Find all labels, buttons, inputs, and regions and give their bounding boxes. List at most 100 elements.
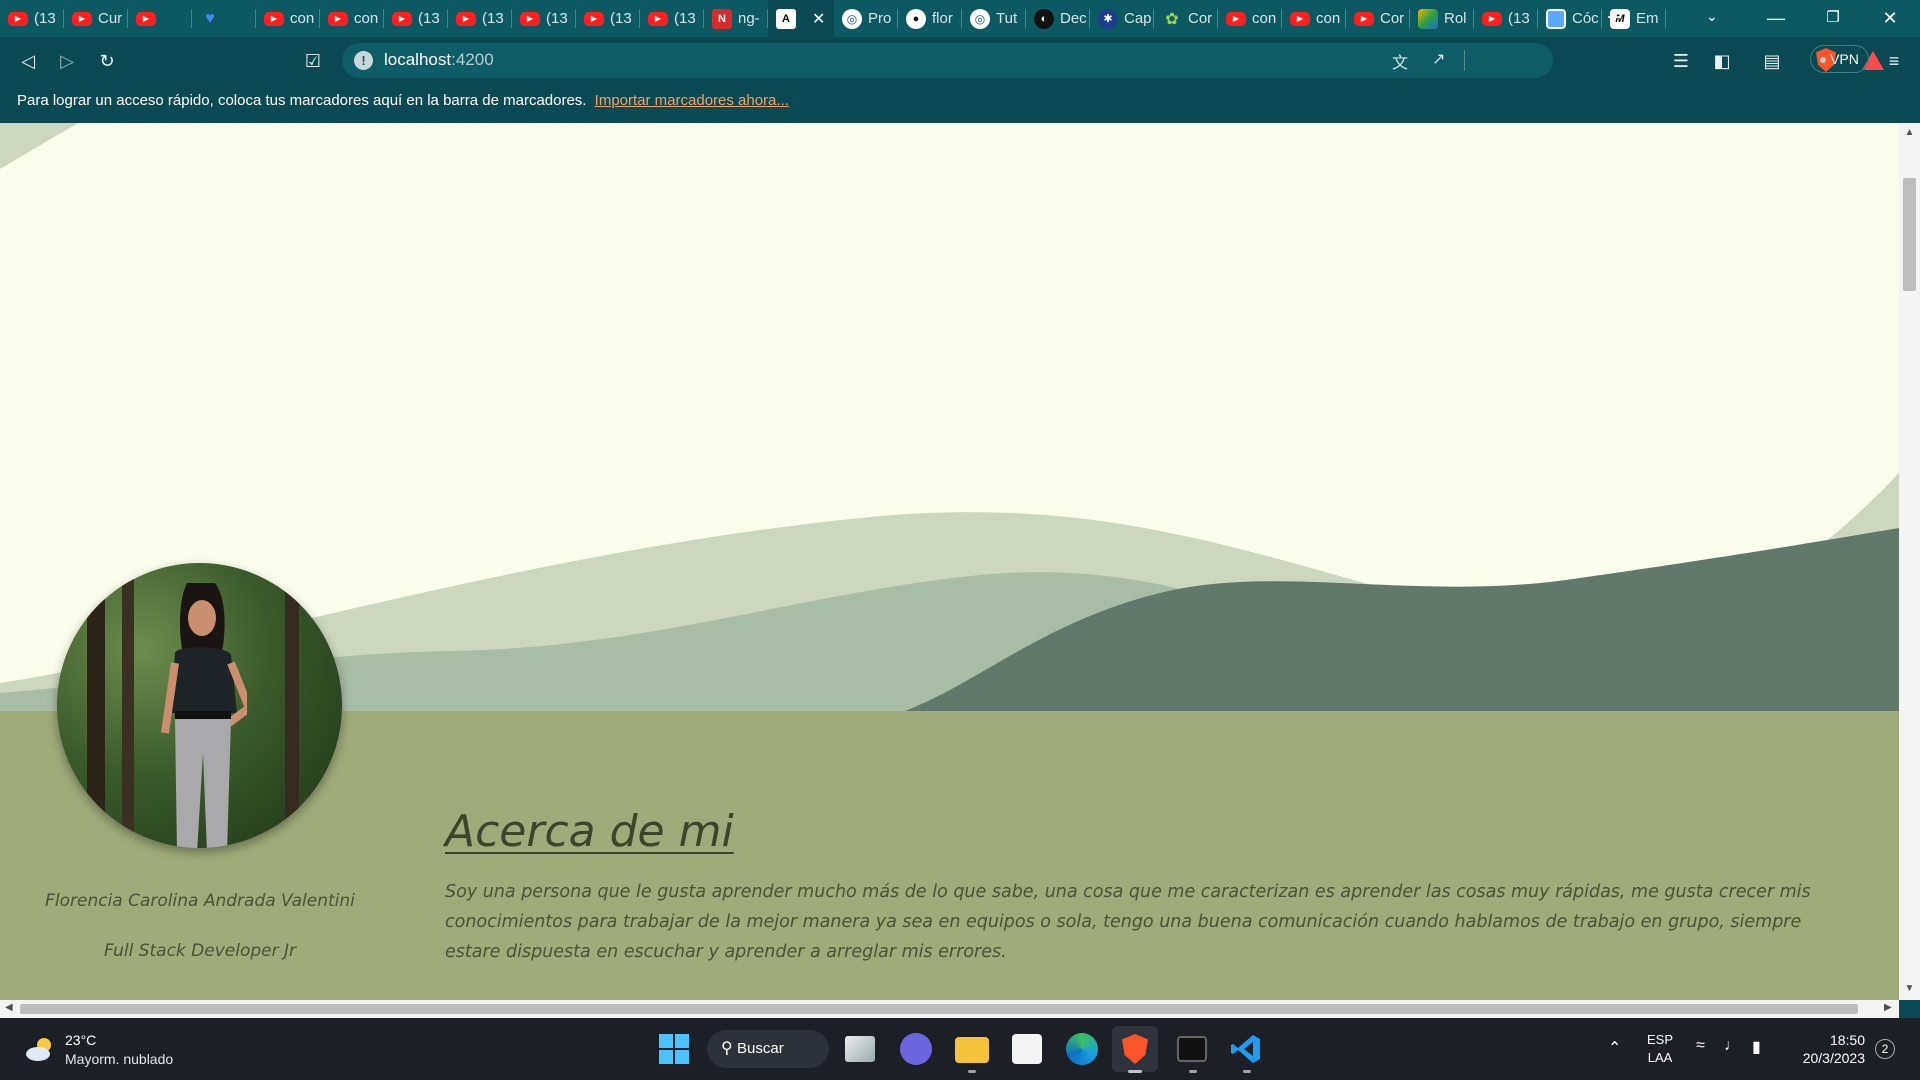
- scroll-thumb-horizontal[interactable]: [20, 1004, 1858, 1014]
- terminal-icon[interactable]: [1177, 1036, 1207, 1062]
- forward-button[interactable]: ▷: [52, 46, 82, 76]
- browser-tab[interactable]: ▶ (13: [512, 0, 576, 37]
- browser-tab[interactable]: ▶ Cor: [1346, 0, 1410, 37]
- square-icon: [1546, 8, 1566, 29]
- file-explorer-icon[interactable]: [955, 1037, 989, 1063]
- vscode-icon[interactable]: [1230, 1033, 1262, 1065]
- volume-icon[interactable]: ♩: [1724, 1037, 1740, 1055]
- system-clock[interactable]: 18:50 20/3/2023: [1795, 1031, 1865, 1067]
- scroll-down-arrow-icon[interactable]: ▼: [1899, 983, 1920, 994]
- browser-tab[interactable]: ✱ Cap: [1090, 0, 1154, 37]
- browser-tab[interactable]: ▶ con: [256, 0, 320, 37]
- browser-tab[interactable]: A ✕: [768, 0, 834, 37]
- browser-tab[interactable]: ◐ Dec: [1026, 0, 1090, 37]
- wifi-icon[interactable]: ≈: [1696, 1037, 1705, 1055]
- blue-circle-icon: ✱: [1098, 8, 1118, 29]
- share-icon[interactable]: ↗: [1432, 49, 1445, 69]
- tab-label: Cur: [98, 10, 123, 27]
- person-name: Florencia Carolina Andrada Valentini: [45, 891, 355, 911]
- tab-label: Dec: [1060, 10, 1087, 27]
- browser-tab[interactable]: ▶ (13: [448, 0, 512, 37]
- task-view-icon[interactable]: [845, 1036, 875, 1062]
- horizontal-scrollbar[interactable]: ◀ ▶: [0, 1000, 1899, 1018]
- browser-tab[interactable]: ▶ con: [1218, 0, 1282, 37]
- browser-tab[interactable]: ▶ Cur: [64, 0, 128, 37]
- language-indicator[interactable]: ESP LAA: [1647, 1031, 1673, 1067]
- ng-icon: N: [712, 8, 732, 29]
- sidebar-icon[interactable]: ◧: [1707, 46, 1737, 76]
- page-viewport: Florencia Carolina Andrada Valentini Ful…: [0, 123, 1899, 1000]
- tab-close-icon[interactable]: ✕: [812, 9, 825, 29]
- scroll-left-arrow-icon[interactable]: ◀: [5, 1002, 13, 1013]
- address-bar[interactable]: ! localhost:4200 文 ↗: [342, 43, 1884, 78]
- heart-icon: ♥: [205, 9, 215, 27]
- bookmark-icon[interactable]: ☑: [298, 46, 328, 76]
- scroll-thumb[interactable]: [1903, 178, 1916, 291]
- vpn-button[interactable]: VPN: [1810, 45, 1869, 73]
- scroll-up-arrow-icon[interactable]: ▲: [1899, 127, 1920, 138]
- scroll-right-arrow-icon[interactable]: ▶: [1884, 1002, 1892, 1013]
- browser-tab[interactable]: ✿ Cor: [1154, 0, 1218, 37]
- menu-icon[interactable]: ≡: [1879, 46, 1909, 76]
- tab-label: con: [1252, 10, 1277, 27]
- browser-tab[interactable]: ♥: [192, 0, 256, 37]
- browser-tab[interactable]: ▶ con: [320, 0, 384, 37]
- tab-search-chevron-icon[interactable]: ⌄: [1706, 8, 1718, 25]
- tab-label: Em: [1636, 10, 1659, 27]
- about-title: Acerca de mi: [445, 806, 734, 857]
- weather-cloud-icon[interactable]: [24, 1036, 56, 1062]
- leaf-icon: ✿: [1165, 10, 1179, 28]
- site-info-icon[interactable]: !: [354, 51, 373, 70]
- browser-tab[interactable]: ▶ (13: [1474, 0, 1538, 37]
- translate-icon[interactable]: 文: [1392, 49, 1408, 73]
- browser-tab[interactable]: ▶ (13: [576, 0, 640, 37]
- wallet-icon[interactable]: ▤: [1757, 46, 1787, 76]
- back-button[interactable]: ◁: [13, 46, 43, 76]
- taskbar-search-button[interactable]: ⚲ Buscar: [707, 1030, 829, 1068]
- tree-trunk: [87, 563, 105, 848]
- browser-tab[interactable]: ● flor: [898, 0, 962, 37]
- playlist-icon[interactable]: ☰: [1666, 46, 1696, 76]
- brave-taskbar-button[interactable]: [1112, 1026, 1158, 1072]
- browser-tab[interactable]: ▶ (13: [384, 0, 448, 37]
- chat-icon[interactable]: [900, 1033, 932, 1065]
- battery-icon[interactable]: ▮: [1752, 1037, 1761, 1057]
- browser-tab[interactable]: ▶: [128, 0, 192, 37]
- active-indicator: [1128, 1070, 1142, 1073]
- browser-tab[interactable]: Rol: [1410, 0, 1474, 37]
- url-text[interactable]: localhost:4200: [384, 50, 494, 70]
- close-window-button[interactable]: ✕: [1870, 4, 1910, 32]
- start-button[interactable]: [656, 1031, 692, 1067]
- browser-tab[interactable]: ◎ Pro: [834, 0, 898, 37]
- browser-tab[interactable]: Nng-: [704, 0, 768, 37]
- tab-label: Cap: [1124, 10, 1152, 27]
- youtube-icon: ▶: [520, 11, 540, 26]
- tab-label: flor: [932, 10, 953, 27]
- notification-badge[interactable]: 2: [1875, 1039, 1895, 1059]
- tab-label: (13: [546, 10, 568, 27]
- reload-button[interactable]: ↻: [92, 46, 122, 76]
- tray-overflow-chevron-icon[interactable]: ⌃: [1608, 1038, 1621, 1058]
- youtube-icon: ▶: [136, 11, 156, 26]
- browser-tab[interactable]: ▶ (13: [640, 0, 704, 37]
- youtube-icon: ▶: [328, 11, 348, 26]
- new-tab-button[interactable]: +: [1600, 5, 1628, 33]
- restore-button[interactable]: ❐: [1813, 4, 1853, 32]
- weather-temperature[interactable]: 23°C: [65, 1032, 96, 1048]
- clock-date: 20/3/2023: [1802, 1050, 1865, 1066]
- browser-tab[interactable]: ▶ (13: [0, 0, 64, 37]
- vertical-scrollbar[interactable]: ▲ ▼: [1899, 123, 1920, 1000]
- youtube-icon: ▶: [392, 11, 412, 26]
- angular-icon: A: [776, 8, 796, 29]
- browser-tab[interactable]: Cóc: [1538, 0, 1602, 37]
- minimize-button[interactable]: —: [1756, 4, 1796, 32]
- edge-icon[interactable]: [1066, 1033, 1098, 1065]
- bookmarks-prompt: Para lograr un acceso rápido, coloca tus…: [17, 92, 587, 109]
- weather-description[interactable]: Mayorm. nublado: [65, 1051, 173, 1067]
- browser-tab[interactable]: ◎ Tut: [962, 0, 1026, 37]
- youtube-icon: ▶: [264, 11, 284, 26]
- store-icon[interactable]: [1012, 1034, 1042, 1064]
- running-indicator: [1189, 1070, 1197, 1073]
- browser-tab[interactable]: ▶ con: [1282, 0, 1346, 37]
- import-bookmarks-link[interactable]: Importar marcadores ahora...: [595, 92, 789, 109]
